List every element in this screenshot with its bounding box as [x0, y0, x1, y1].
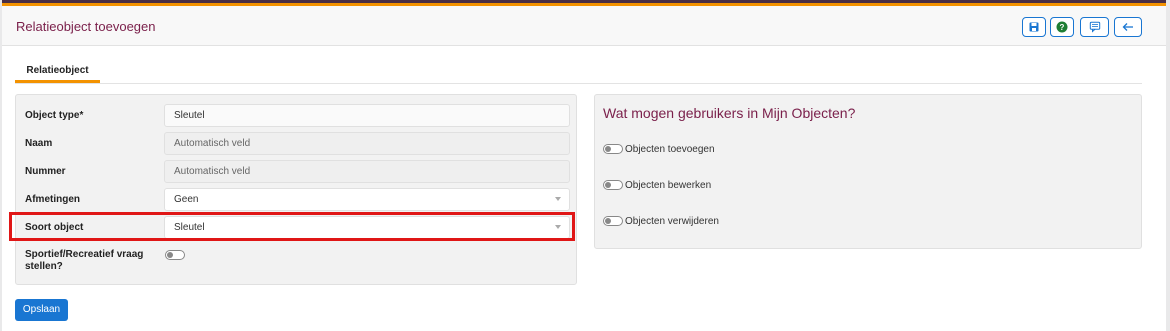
perm-label-toevoegen: Objecten toevoegen: [625, 144, 715, 155]
toggle-knob: [605, 146, 611, 152]
save-icon: [1029, 22, 1039, 32]
sportief-toggle[interactable]: [165, 250, 185, 260]
soort-object-value: Sleutel: [174, 222, 205, 233]
naam-field: Automatisch veld: [164, 132, 570, 155]
afmetingen-label: Afmetingen: [25, 194, 80, 205]
afmetingen-value: Geen: [174, 194, 199, 205]
sportief-label-line1: Sportief/Recreatief vraag: [25, 249, 144, 260]
toggle-knob: [605, 218, 611, 224]
object-form-card: Object type* Sleutel Naam Automatisch ve…: [15, 94, 577, 285]
chevron-down-icon: [555, 225, 561, 229]
app-window: Relatieobject toevoegen ? Relatieobject …: [2, 0, 1166, 331]
help-icon: ?: [1056, 21, 1068, 33]
object-type-field[interactable]: Sleutel: [164, 104, 570, 127]
toggle-objecten-verwijderen[interactable]: [603, 216, 623, 226]
nummer-label: Nummer: [25, 166, 66, 177]
permissions-card: Wat mogen gebruikers in Mijn Objecten? O…: [594, 94, 1142, 249]
object-type-label: Object type*: [25, 110, 84, 121]
soort-object-select[interactable]: Sleutel: [164, 216, 570, 239]
back-button[interactable]: [1114, 17, 1142, 37]
page-title: Relatieobject toevoegen: [16, 19, 156, 34]
perm-label-verwijderen: Objecten verwijderen: [625, 216, 719, 227]
afmetingen-select[interactable]: Geen: [164, 188, 570, 211]
permissions-title: Wat mogen gebruikers in Mijn Objecten?: [603, 105, 856, 121]
toggle-objecten-toevoegen[interactable]: [603, 144, 623, 154]
soort-object-label: Soort object: [25, 222, 84, 233]
save-toolbar-button[interactable]: [1022, 17, 1046, 37]
toggle-knob: [167, 252, 173, 258]
page-header: Relatieobject toevoegen ?: [2, 6, 1166, 46]
naam-label: Naam: [25, 138, 53, 149]
tab-relatieobject[interactable]: Relatieobject: [15, 62, 100, 83]
svg-text:?: ?: [1060, 23, 1065, 32]
comment-icon: [1089, 21, 1100, 33]
nummer-field: Automatisch veld: [164, 160, 570, 183]
sportief-label-line2: stellen?: [25, 261, 63, 272]
back-arrow-icon: [1122, 23, 1133, 31]
chevron-down-icon: [555, 197, 561, 201]
toggle-knob: [605, 182, 611, 188]
opslaan-button[interactable]: Opslaan: [15, 299, 68, 321]
perm-label-bewerken: Objecten bewerken: [625, 180, 712, 191]
toggle-objecten-bewerken[interactable]: [603, 180, 623, 190]
comment-button[interactable]: [1080, 17, 1109, 37]
tab-divider: [15, 83, 1142, 84]
sportief-label: Sportief/Recreatief vraag stellen?: [25, 249, 143, 273]
help-button[interactable]: ?: [1050, 17, 1074, 37]
